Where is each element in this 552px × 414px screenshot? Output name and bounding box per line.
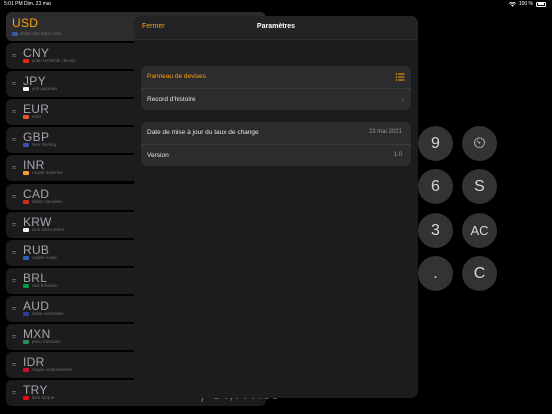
battery-icon: [536, 1, 546, 7]
currency-name: livre turque: [32, 395, 55, 401]
reorder-icon[interactable]: ≈: [12, 51, 16, 60]
currency-name: roupie indienne: [32, 170, 63, 176]
flag-icon: [23, 311, 29, 316]
key-s[interactable]: S: [462, 169, 497, 204]
key-decimal[interactable]: .: [418, 256, 453, 291]
reorder-icon[interactable]: ≈: [12, 248, 16, 257]
status-right: 100 %: [508, 1, 546, 7]
flag-icon: [23, 283, 29, 288]
reorder-icon[interactable]: ≈: [12, 276, 16, 285]
reorder-icon[interactable]: ≈: [12, 163, 16, 172]
currency-name: dollar des États-Unis: [20, 31, 62, 36]
flag-icon: [23, 115, 29, 120]
list-icon: [395, 73, 405, 81]
currency-name: réal brésilien: [32, 282, 58, 288]
currency-panel-label: Panneau de devises: [147, 73, 206, 80]
status-date: Dim. 23 mai: [24, 1, 51, 7]
currency-code: USD: [12, 16, 39, 30]
currency-name: roupie indonésienne: [32, 367, 73, 373]
update-date-value: 23 mai 2021: [368, 129, 402, 135]
update-date-row: Date de mise à jour du taux de change 23…: [141, 122, 411, 144]
timer-icon[interactable]: ⏲: [462, 126, 497, 161]
version-label: Version: [147, 151, 169, 159]
currency-name: dollar australien: [32, 310, 64, 316]
chevron-right-icon: ›: [401, 94, 404, 104]
status-clock: 5:01 PM: [4, 1, 23, 7]
reorder-icon[interactable]: ≈: [12, 332, 16, 341]
reorder-icon[interactable]: ≈: [12, 388, 16, 397]
flag-icon: [23, 143, 29, 148]
key-3[interactable]: 3: [418, 213, 453, 248]
status-bar: 5:01 PM Dim. 23 mai 100 %: [0, 0, 552, 9]
currency-name: livre sterling: [32, 142, 57, 148]
currency-name: yen japonais: [32, 86, 58, 92]
currency-name: yuan renminbi chinois: [32, 58, 76, 64]
flag-icon: [23, 396, 29, 401]
reorder-icon[interactable]: ≈: [12, 107, 16, 116]
sheet-header: Fermer Paramètres: [134, 16, 418, 40]
currency-panel-row[interactable]: Panneau de devises: [141, 66, 411, 88]
key-ac[interactable]: AC: [462, 213, 497, 248]
reorder-icon[interactable]: ≈: [12, 220, 16, 229]
flag-icon: [23, 171, 29, 176]
currency-name: won sud-coréen: [32, 226, 65, 232]
flag-icon: [23, 227, 29, 232]
reorder-icon[interactable]: ≈: [12, 135, 16, 144]
reorder-icon[interactable]: ≈: [12, 360, 16, 369]
reorder-icon[interactable]: ≈: [12, 192, 16, 201]
key-6[interactable]: 6: [418, 169, 453, 204]
key-9[interactable]: 9: [418, 126, 453, 161]
flag-icon: [12, 32, 18, 36]
currency-name: dollar canadien: [32, 198, 63, 204]
version-row: Version 1.0: [141, 143, 411, 167]
currency-name: euro: [32, 114, 42, 120]
key-c[interactable]: C: [462, 256, 497, 291]
flag-icon: [23, 87, 29, 92]
currency-name: peso mexicain: [32, 339, 61, 345]
currency-name: rouble russe: [32, 254, 57, 260]
update-date-label: Date de mise à jour du taux de change: [147, 129, 259, 136]
battery-percent: 100 %: [518, 1, 533, 7]
status-time: 5:01 PM Dim. 23 mai: [4, 1, 51, 7]
settings-group-info: Date de mise à jour du taux de change 23…: [141, 122, 411, 166]
flag-icon: [23, 368, 29, 373]
flag-icon: [23, 59, 29, 64]
flag-icon: [23, 255, 29, 260]
history-record-row[interactable]: Record d'histoire ›: [141, 87, 411, 111]
flag-icon: [23, 199, 29, 204]
flag-icon: [23, 340, 29, 345]
reorder-icon[interactable]: ≈: [12, 79, 16, 88]
settings-sheet: Fermer Paramètres Panneau de devises Rec…: [134, 16, 418, 398]
wifi-icon: [508, 1, 516, 7]
settings-group-display: Panneau de devises Record d'histoire ›: [141, 66, 411, 110]
sheet-title: Paramètres: [256, 23, 296, 30]
history-record-label: Record d'histoire: [147, 95, 196, 103]
version-value: 1.0: [393, 151, 402, 158]
reorder-icon[interactable]: ≈: [12, 304, 16, 313]
